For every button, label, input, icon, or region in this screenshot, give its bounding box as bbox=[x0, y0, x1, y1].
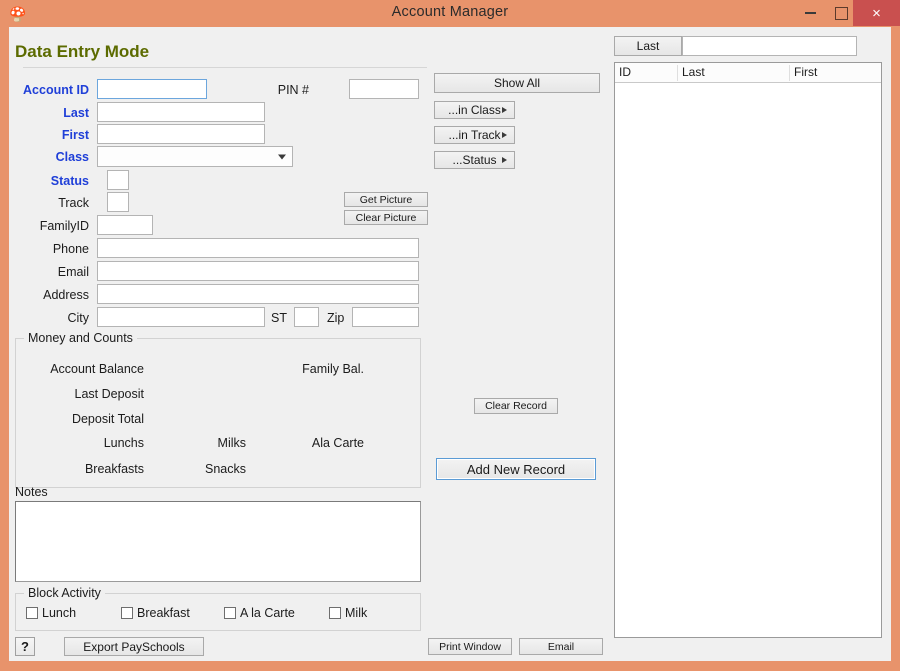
page-title: Data Entry Mode bbox=[15, 42, 150, 61]
chevron-down-icon bbox=[278, 154, 286, 159]
zip-input[interactable] bbox=[352, 307, 419, 327]
class-label: Class bbox=[55, 150, 89, 164]
get-picture-button[interactable]: Get Picture bbox=[344, 192, 428, 207]
milks-label: Milks bbox=[217, 436, 246, 450]
block-milk-label: Milk bbox=[345, 606, 368, 620]
snacks-label: Snacks bbox=[205, 462, 246, 476]
email-label: Email bbox=[57, 265, 89, 279]
records-listbox[interactable]: ID Last First bbox=[614, 62, 882, 638]
pin-input[interactable] bbox=[349, 79, 419, 99]
breakfasts-label: Breakfasts bbox=[84, 462, 144, 476]
notes-textarea[interactable] bbox=[15, 501, 421, 582]
filter-status-label: ...Status bbox=[452, 153, 497, 167]
block-lunch-checkbox[interactable]: Lunch bbox=[26, 606, 76, 620]
clear-record-button[interactable]: Clear Record bbox=[474, 398, 558, 414]
close-button[interactable]: × bbox=[853, 0, 900, 26]
filter-status-button[interactable]: ...Status bbox=[434, 151, 515, 169]
chevron-right-icon bbox=[502, 132, 507, 138]
family-id-input[interactable] bbox=[97, 215, 153, 235]
block-breakfast-checkbox[interactable]: Breakfast bbox=[121, 606, 190, 620]
last-name-label: Last bbox=[63, 106, 89, 120]
block-lunch-label: Lunch bbox=[42, 606, 77, 620]
email-button[interactable]: Email bbox=[519, 638, 603, 655]
track-input[interactable] bbox=[107, 192, 129, 212]
maximize-icon bbox=[834, 6, 848, 20]
search-input[interactable] bbox=[682, 36, 857, 56]
show-all-button[interactable]: Show All bbox=[434, 73, 600, 93]
export-payschools-button[interactable]: Export PaySchools bbox=[64, 637, 204, 656]
list-header-row: ID Last First bbox=[615, 63, 881, 83]
block-milk-checkbox[interactable]: Milk bbox=[329, 606, 367, 620]
block-alacarte-label: A la Carte bbox=[240, 606, 295, 620]
lunchs-label: Lunchs bbox=[103, 436, 144, 450]
phone-input[interactable] bbox=[97, 238, 419, 258]
money-group-title: Money and Counts bbox=[24, 331, 137, 345]
checkbox-icon bbox=[121, 607, 133, 619]
title-bar: 🍄 Account Manager × bbox=[0, 0, 900, 27]
clear-picture-button[interactable]: Clear Picture bbox=[344, 210, 428, 225]
family-balance-label: Family Bal. bbox=[302, 362, 364, 376]
state-label: ST bbox=[271, 311, 287, 325]
maximize-button[interactable] bbox=[826, 0, 856, 26]
checkbox-icon bbox=[26, 607, 38, 619]
search-field-selector-button[interactable]: Last bbox=[614, 36, 682, 56]
window-title: Account Manager bbox=[391, 4, 509, 20]
block-breakfast-label: Breakfast bbox=[137, 606, 190, 620]
notes-label: Notes bbox=[15, 485, 48, 499]
account-id-input[interactable] bbox=[97, 79, 207, 99]
column-header-first[interactable]: First bbox=[789, 65, 888, 81]
money-and-counts-group: Money and Counts Account Balance Family … bbox=[15, 331, 421, 488]
application-window: 🍄 Account Manager × Data Entry Mode Acco… bbox=[0, 0, 900, 671]
checkbox-icon bbox=[329, 607, 341, 619]
print-window-button[interactable]: Print Window bbox=[428, 638, 512, 655]
header-divider bbox=[23, 67, 427, 68]
ala-carte-label: Ala Carte bbox=[311, 436, 364, 450]
close-icon: × bbox=[872, 4, 881, 22]
phone-label: Phone bbox=[52, 242, 89, 256]
deposit-total-label: Deposit Total bbox=[71, 412, 144, 426]
first-name-input[interactable] bbox=[97, 124, 265, 144]
zip-label: Zip bbox=[327, 311, 345, 325]
minimize-icon bbox=[804, 12, 816, 14]
filter-in-track-button[interactable]: ...in Track bbox=[434, 126, 515, 144]
column-header-last[interactable]: Last bbox=[677, 65, 792, 81]
filter-in-class-button[interactable]: ...in Class bbox=[434, 101, 515, 119]
chevron-right-icon bbox=[502, 157, 507, 163]
add-new-record-button[interactable]: Add New Record bbox=[436, 458, 596, 480]
block-activity-title: Block Activity bbox=[24, 586, 105, 600]
address-label: Address bbox=[43, 288, 89, 302]
city-input[interactable] bbox=[97, 307, 265, 327]
filter-in-class-label: ...in Class bbox=[448, 103, 501, 117]
block-activity-group: Block Activity Lunch Breakfast A la Cart… bbox=[15, 586, 421, 631]
last-name-input[interactable] bbox=[97, 102, 265, 122]
family-id-label: FamilyID bbox=[39, 219, 89, 233]
minimize-button[interactable] bbox=[795, 0, 825, 26]
client-area: Data Entry Mode Account ID PIN # Last Fi… bbox=[9, 27, 891, 661]
state-input[interactable] bbox=[294, 307, 319, 327]
column-header-id[interactable]: ID bbox=[615, 65, 679, 81]
track-label: Track bbox=[58, 196, 89, 210]
help-button[interactable]: ? bbox=[15, 637, 35, 656]
class-dropdown[interactable] bbox=[97, 146, 293, 167]
first-name-label: First bbox=[61, 128, 89, 142]
address-input[interactable] bbox=[97, 284, 419, 304]
city-label: City bbox=[67, 311, 89, 325]
account-balance-label: Account Balance bbox=[50, 362, 144, 376]
block-alacarte-checkbox[interactable]: A la Carte bbox=[224, 606, 295, 620]
account-id-label: Account ID bbox=[23, 83, 89, 97]
status-label: Status bbox=[50, 174, 89, 188]
last-deposit-label: Last Deposit bbox=[74, 387, 144, 401]
email-input[interactable] bbox=[97, 261, 419, 281]
pin-label: PIN # bbox=[277, 83, 309, 97]
filter-in-track-label: ...in Track bbox=[448, 128, 501, 142]
status-input[interactable] bbox=[107, 170, 129, 190]
checkbox-icon bbox=[224, 607, 236, 619]
chevron-right-icon bbox=[502, 107, 507, 113]
